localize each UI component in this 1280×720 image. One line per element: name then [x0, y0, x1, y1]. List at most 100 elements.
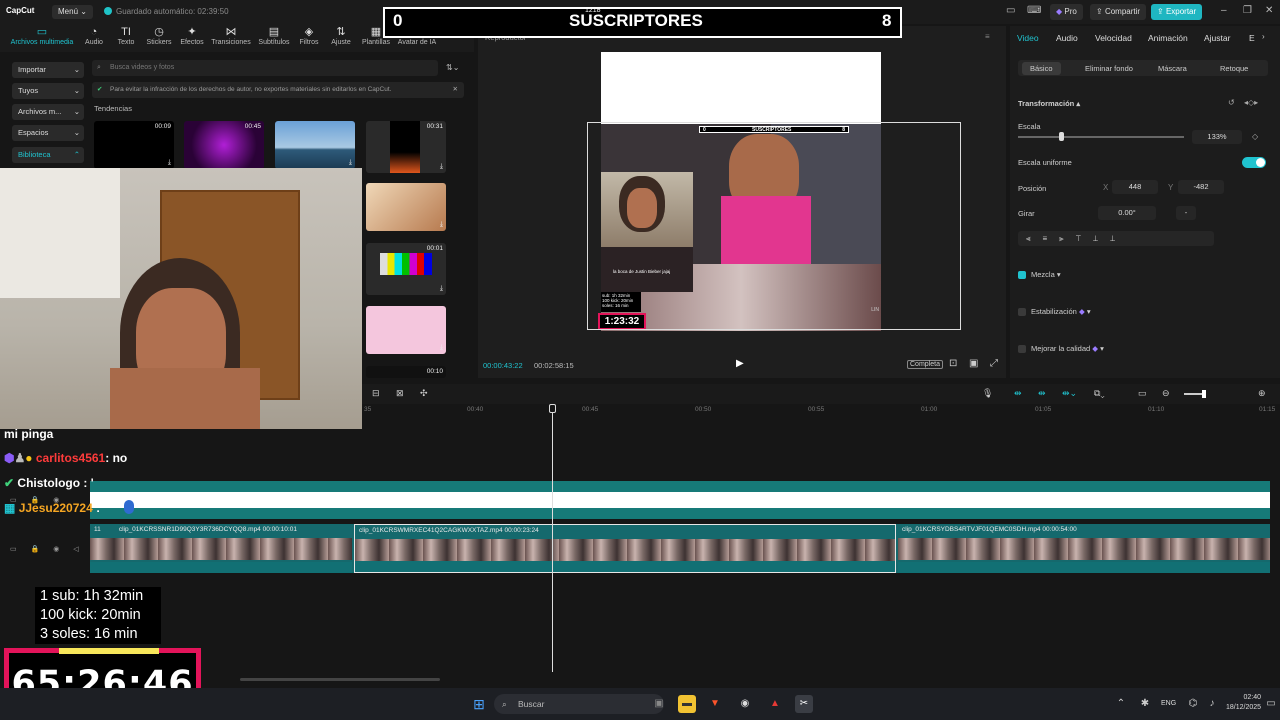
volume-icon[interactable]: ♪ — [1203, 695, 1221, 713]
bluetooth-icon[interactable]: ✱ — [1136, 695, 1154, 713]
library-thumb[interactable]: 00:45 — [184, 121, 264, 169]
tab-animation[interactable]: Animación — [1148, 33, 1188, 43]
tool-effects[interactable]: ✦ Efectos — [179, 26, 205, 46]
subtab-remove-bg[interactable]: Eliminar fondo — [1085, 64, 1133, 73]
chevron-right-icon[interactable]: › — [1262, 32, 1265, 41]
position-y-input[interactable]: -482 — [1178, 180, 1224, 194]
windows-start-icon[interactable]: ⊞ — [470, 695, 488, 713]
nav-library[interactable]: Biblioteca ⌃ — [12, 147, 84, 163]
taskbar-search[interactable]: ⌕ Buscar — [494, 694, 664, 714]
subtab-retouch[interactable]: Retoque — [1220, 64, 1248, 73]
align-icon[interactable]: ⫷≡⫸⊤⊥⊥ — [1026, 234, 1127, 243]
microphone-icon[interactable]: 🎙 — [982, 388, 993, 399]
scale-value[interactable]: 133% — [1192, 130, 1242, 144]
scale-slider-handle[interactable] — [1059, 132, 1064, 141]
link-icon[interactable]: ⇹ — [1014, 388, 1022, 399]
delete-icon[interactable]: ⊠ — [396, 388, 404, 399]
reset-icon[interactable]: ↺ — [1228, 98, 1235, 107]
timeline-clip[interactable]: clip_01KCRSYDBS4RTVJF01QEMC0SDH.mp4 00:0… — [898, 524, 1270, 573]
tool-media[interactable]: ▭ Archivos multimedia — [8, 26, 76, 46]
overlay-clip[interactable] — [90, 492, 1270, 508]
library-thumb[interactable]: ⤓ — [275, 121, 355, 169]
snap-icon[interactable]: ⇹⌄ — [1062, 388, 1077, 399]
play-icon[interactable]: ▶ — [736, 358, 744, 369]
nav-import[interactable]: Importar ⌄ — [12, 62, 84, 78]
library-thumb[interactable]: 00:09 ⤓ — [94, 121, 174, 169]
clock[interactable]: 02:40 18/12/2025 — [1226, 693, 1261, 713]
nav-yours[interactable]: Tuyos ⌄ — [12, 83, 84, 99]
quality-checkbox[interactable] — [1018, 345, 1026, 353]
nav-files[interactable]: Archivos m... ⌄ — [12, 104, 84, 120]
fullscreen-icon[interactable]: ⤢ — [990, 358, 998, 369]
track-controls[interactable]: ▭ 🔒 ◉ ◁ — [10, 545, 85, 553]
tool-stickers[interactable]: ◷ Stickers — [145, 26, 173, 46]
file-explorer-icon[interactable]: ▬ — [678, 695, 696, 713]
timeline-scrollbar[interactable] — [240, 678, 440, 681]
zoom-slider-handle[interactable] — [1202, 390, 1206, 398]
playhead-handle[interactable] — [549, 404, 556, 413]
position-x-input[interactable]: 448 — [1112, 180, 1158, 194]
subtab-basic[interactable]: Básico — [1022, 62, 1061, 75]
preview-axis-icon[interactable]: ⧉⌄ — [1094, 388, 1105, 399]
language-indicator[interactable]: ENG — [1161, 700, 1176, 707]
playhead[interactable] — [552, 408, 553, 672]
library-search-input[interactable]: ⌕ Busca videos y fotos — [92, 60, 438, 76]
blend-checkbox[interactable] — [1018, 271, 1026, 279]
caption-icon[interactable]: ▭ — [1138, 388, 1147, 399]
keyframe-icon[interactable]: ◂◇▸ — [1244, 98, 1258, 107]
obs-icon[interactable]: ◉ — [736, 695, 754, 713]
keyframe-icon[interactable]: ◇ — [1252, 132, 1258, 141]
library-thumb[interactable]: ⤓ — [366, 183, 446, 231]
close-icon[interactable]: ✕ — [453, 82, 458, 98]
selection-box[interactable] — [587, 122, 961, 330]
stabilize-checkbox[interactable] — [1018, 308, 1026, 316]
menu-button[interactable]: Menú ⌄ — [52, 5, 93, 19]
download-icon[interactable]: ⤓ — [440, 344, 443, 352]
pro-button[interactable]: ◆ Pro — [1050, 4, 1083, 20]
overlay-clip-handle[interactable] — [124, 500, 134, 514]
tool-filters[interactable]: ◈ Filtros — [297, 26, 321, 46]
nav-spaces[interactable]: Espacios ⌄ — [12, 125, 84, 141]
zoom-in-icon[interactable]: ⊕ — [1258, 388, 1266, 399]
tab-more[interactable]: E — [1249, 33, 1255, 43]
layout-icon[interactable]: ▭ — [1006, 5, 1015, 16]
uniform-scale-toggle[interactable] — [1242, 157, 1266, 168]
ratio-button[interactable]: Completa — [907, 360, 943, 369]
tab-audio[interactable]: Audio — [1056, 33, 1078, 43]
tool-transitions[interactable]: ⋈ Transiciones — [210, 26, 252, 46]
share-button[interactable]: ⇪ Compartir — [1090, 4, 1147, 20]
brave-browser-icon[interactable]: ▼ — [706, 695, 724, 713]
tab-speed[interactable]: Velocidad — [1095, 33, 1132, 43]
magic-icon[interactable]: ✣ — [420, 388, 428, 399]
app-icon[interactable]: ▲ — [766, 695, 784, 713]
tab-adjust[interactable]: Ajustar — [1204, 33, 1230, 43]
rotate-input[interactable]: 0.00° — [1098, 206, 1156, 220]
download-icon[interactable]: ⤓ — [168, 159, 171, 167]
download-icon[interactable]: ⤓ — [349, 159, 352, 167]
menu-lines-icon[interactable]: ≡ — [985, 32, 990, 41]
chevron-up-icon[interactable]: ⌃ — [1112, 695, 1130, 713]
timeline-clip-selected[interactable]: clip_01KCRSWMRXEC41Q2CAGKWXXTAZ.mp4 00:0… — [354, 524, 896, 573]
filter-sort-icon[interactable]: ⇅⌄ — [446, 63, 459, 72]
align-toolbar[interactable]: ⫷≡⫸⊤⊥⊥ — [1018, 231, 1214, 246]
notification-icon[interactable]: ▭ — [1262, 695, 1280, 713]
wifi-icon[interactable]: ⌬ — [1184, 695, 1202, 713]
rotate-flip-button[interactable]: - — [1176, 206, 1196, 220]
tool-text[interactable]: TI Texto — [113, 26, 139, 46]
library-thumb[interactable]: 00:01 ⤓ — [366, 243, 446, 295]
timeline-clip[interactable]: 11 clip_01KCRSSNR1D99Q3Y3R736DCYQQ8.mp4 … — [90, 524, 352, 573]
download-icon[interactable]: ⤓ — [440, 221, 443, 229]
tool-adjust[interactable]: ⇅ Ajuste — [329, 26, 353, 46]
scale-slider[interactable] — [1018, 136, 1184, 138]
crop-icon[interactable]: ⊡ — [949, 358, 957, 369]
tool-audio[interactable]: ◔ Audio — [82, 26, 106, 46]
tab-video[interactable]: Video — [1017, 33, 1039, 43]
export-button[interactable]: ⇪ Exportar — [1151, 4, 1203, 20]
snapshot-icon[interactable]: ▣ — [969, 358, 978, 369]
library-thumb[interactable]: 00:31 ⤓ — [366, 121, 446, 173]
library-thumb[interactable]: 00:10 — [366, 366, 446, 378]
shortcuts-icon[interactable]: ⌨ — [1027, 5, 1041, 16]
close-icon[interactable]: ✕ — [1265, 5, 1273, 16]
subtab-mask[interactable]: Máscara — [1158, 64, 1187, 73]
task-view-icon[interactable]: ▣ — [650, 695, 668, 713]
